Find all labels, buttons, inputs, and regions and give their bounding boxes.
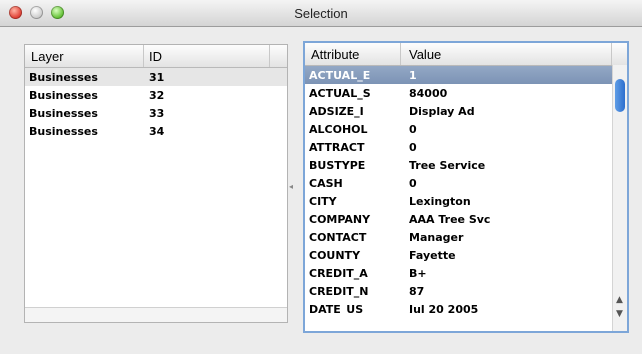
- cell-attribute: CASH: [309, 177, 343, 190]
- title-bar[interactable]: Selection: [0, 0, 642, 27]
- attribute-table-header: Attribute Value: [305, 43, 627, 66]
- table-row[interactable]: Businesses 32: [25, 86, 287, 104]
- cell-layer: Businesses: [29, 125, 98, 138]
- cell-attribute: BUSTYPE: [309, 159, 366, 172]
- table-row[interactable]: ACTUAL_S 84000: [305, 84, 627, 102]
- table-row[interactable]: Businesses 33: [25, 104, 287, 122]
- table-row[interactable]: BUSTYPE Tree Service: [305, 156, 627, 174]
- scroll-up-arrow-icon[interactable]: ▲: [616, 295, 623, 305]
- split-resize-icon[interactable]: ◂: [289, 182, 293, 191]
- table-row[interactable]: CREDIT_N 87: [305, 282, 627, 300]
- column-header-id[interactable]: ID: [149, 49, 162, 64]
- cell-value: 0: [409, 141, 417, 154]
- scroll-down-arrow-icon[interactable]: ▼: [616, 309, 623, 319]
- table-row[interactable]: CONTACT Manager: [305, 228, 627, 246]
- cell-attribute: ALCOHOL: [309, 123, 368, 136]
- column-divider[interactable]: [400, 43, 401, 65]
- cell-attribute: ADSIZE_I: [309, 105, 364, 118]
- cell-value: Tree Service: [409, 159, 486, 172]
- cell-id: 33: [149, 107, 165, 120]
- table-row[interactable]: Businesses 34: [25, 122, 287, 140]
- cell-value: Lexington: [409, 195, 471, 208]
- table-row[interactable]: CITY Lexington: [305, 192, 627, 210]
- cell-layer: Businesses: [29, 71, 98, 84]
- table-row[interactable]: ATTRACT 0: [305, 138, 627, 156]
- cell-value: B+: [409, 267, 427, 280]
- cell-attribute: CONTACT: [309, 231, 367, 244]
- cell-value: Display Ad: [409, 105, 475, 118]
- cell-attribute: CREDIT_A: [309, 267, 368, 280]
- cell-layer: Businesses: [29, 89, 98, 102]
- cell-attribute: ACTUAL_S: [309, 87, 371, 100]
- cell-layer: Businesses: [29, 107, 98, 120]
- cell-value: 0: [409, 123, 417, 136]
- column-header-layer[interactable]: Layer: [31, 49, 64, 64]
- cell-value: Fayette: [409, 249, 456, 262]
- column-divider[interactable]: [611, 43, 612, 65]
- cell-id: 34: [149, 125, 165, 138]
- cell-attribute: COMPANY: [309, 213, 371, 226]
- table-row[interactable]: Businesses 31: [25, 68, 287, 86]
- cell-attribute: DATE_US: [309, 303, 364, 313]
- vertical-scrollbar[interactable]: ▲ ▼: [612, 65, 627, 331]
- column-divider[interactable]: [143, 45, 144, 67]
- cell-value: 84000: [409, 87, 448, 100]
- cell-attribute: CITY: [309, 195, 337, 208]
- table-row[interactable]: ALCOHOL 0: [305, 120, 627, 138]
- table-row[interactable]: CREDIT_A B+: [305, 264, 627, 282]
- column-header-value[interactable]: Value: [409, 47, 441, 62]
- cell-attribute: ACTUAL_E: [309, 69, 371, 82]
- column-header-attribute[interactable]: Attribute: [311, 47, 359, 62]
- cell-id: 32: [149, 89, 165, 102]
- cell-value: 0: [409, 177, 417, 190]
- column-divider[interactable]: [269, 45, 270, 67]
- cell-attribute: COUNTY: [309, 249, 361, 262]
- horizontal-scrollbar[interactable]: [25, 307, 287, 322]
- cell-id: 31: [149, 71, 165, 84]
- cell-attribute: ATTRACT: [309, 141, 365, 154]
- attribute-table[interactable]: Attribute Value ACTUAL_E 1 ACTUAL_S 8400…: [303, 41, 629, 333]
- selection-window: Selection Layer ID Businesses 31 Busines…: [0, 0, 642, 354]
- table-row[interactable]: CASH 0: [305, 174, 627, 192]
- table-row[interactable]: COMPANY AAA Tree Svc: [305, 210, 627, 228]
- table-row[interactable]: DATE_US Jul 20 2005: [305, 300, 627, 313]
- cell-attribute: CREDIT_N: [309, 285, 369, 298]
- cell-value: Jul 20 2005: [409, 303, 479, 313]
- scrollbar-thumb[interactable]: [615, 79, 625, 112]
- table-row[interactable]: ADSIZE_I Display Ad: [305, 102, 627, 120]
- table-row[interactable]: COUNTY Fayette: [305, 246, 627, 264]
- window-title: Selection: [294, 6, 348, 21]
- layer-table[interactable]: Layer ID Businesses 31 Businesses 32 Bus…: [24, 44, 288, 323]
- cell-value: 87: [409, 285, 425, 298]
- cell-value: AAA Tree Svc: [409, 213, 491, 226]
- table-row[interactable]: ACTUAL_E 1: [305, 66, 627, 84]
- cell-value: 1: [409, 69, 417, 82]
- layer-table-header: Layer ID: [25, 45, 287, 68]
- cell-value: Manager: [409, 231, 464, 244]
